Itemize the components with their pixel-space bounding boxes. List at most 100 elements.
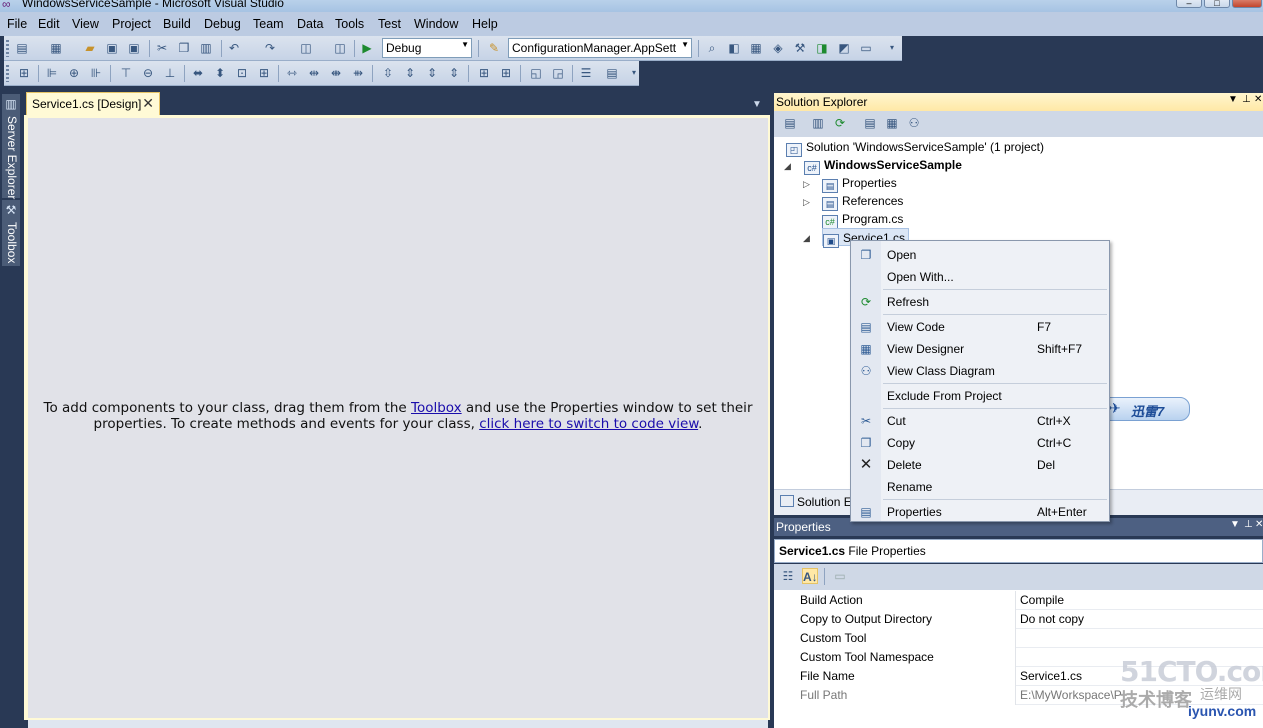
extension-manager-icon[interactable]: ◩ — [836, 40, 852, 56]
close-icon[interactable]: ✕ — [1254, 94, 1262, 105]
menu-team[interactable]: Team — [253, 17, 284, 31]
menu-debug[interactable]: Debug — [204, 17, 241, 31]
property-pages-icon[interactable]: ▭ — [832, 568, 848, 584]
paste-icon[interactable]: ▥ — [198, 40, 214, 56]
center-vertically-icon[interactable]: ⊞ — [498, 65, 514, 81]
se-class-diagram-icon[interactable]: ⚇ — [906, 115, 922, 131]
se-refresh-icon[interactable]: ⟳ — [832, 115, 848, 131]
tree-item-program-cs[interactable]: c# Program.cs — [822, 210, 903, 229]
command-window-icon[interactable]: ▭ — [858, 40, 874, 56]
menu-item-rename[interactable]: Rename — [851, 476, 1109, 498]
horizontal-spacing-equal-icon[interactable]: ⇿ — [284, 65, 300, 81]
tree-solution-node[interactable]: ◰ Solution 'WindowsServiceSample' (1 proj… — [786, 138, 1044, 157]
document-tab-service1-design[interactable]: Service1.cs [Design] ✕ — [26, 92, 160, 116]
properties-window-icon[interactable]: ▦ — [748, 40, 764, 56]
save-all-icon[interactable]: ▣ — [126, 40, 142, 56]
align-to-grid-icon[interactable]: ⊞ — [16, 65, 32, 81]
property-row[interactable]: Custom Tool — [774, 629, 1263, 648]
toolbox-tab[interactable]: ⚒ Toolbox — [2, 200, 20, 266]
find-combo[interactable]: ConfigurationManager.AppSett ▼ — [508, 38, 692, 58]
align-bottoms-icon[interactable]: ⊥ — [162, 65, 178, 81]
document-list-chevron-icon[interactable]: ▼ — [752, 99, 762, 110]
collapse-icon[interactable]: ◢ — [784, 161, 791, 172]
menu-file[interactable]: File — [7, 17, 27, 31]
lock-controls-icon[interactable]: ▤ — [604, 65, 620, 81]
align-middles-icon[interactable]: ⊖ — [140, 65, 156, 81]
align-centers-icon[interactable]: ⊕ — [66, 65, 82, 81]
toolbox-toolbar-icon[interactable]: ⚒ — [792, 40, 808, 56]
pin-icon[interactable]: ⊥ — [1244, 519, 1253, 530]
toolbar-grip[interactable] — [6, 65, 9, 82]
align-tops-icon[interactable]: ⊤ — [118, 65, 134, 81]
make-same-height-icon[interactable]: ⬍ — [212, 65, 228, 81]
save-icon[interactable]: ▣ — [104, 40, 120, 56]
menu-view[interactable]: View — [72, 17, 99, 31]
se-view-code-icon[interactable]: ▤ — [862, 115, 878, 131]
property-row[interactable]: Build Action Compile — [774, 591, 1263, 610]
start-debugging-icon[interactable]: ▶ — [359, 40, 375, 56]
menu-item-open[interactable]: ❐ Open — [851, 244, 1109, 266]
menu-item-properties[interactable]: ▤ Properties Alt+Enter — [851, 501, 1109, 523]
toolbar-grip[interactable] — [6, 40, 9, 57]
find-icon[interactable]: ⌕ — [704, 40, 720, 56]
menu-item-exclude-from-project[interactable]: Exclude From Project — [851, 385, 1109, 407]
menu-build[interactable]: Build — [163, 17, 191, 31]
properties-object-selector[interactable]: Service1.cs File Properties — [774, 539, 1263, 563]
close-icon[interactable]: ✕ — [1255, 519, 1263, 530]
navigate-backward-icon[interactable]: ◫ — [298, 40, 314, 56]
minimize-button[interactable]: – — [1176, 0, 1202, 8]
expand-icon[interactable]: ▷ — [803, 197, 810, 208]
tree-project-node[interactable]: c# WindowsServiceSample — [804, 156, 962, 175]
show-all-files-icon[interactable]: ▥ — [810, 115, 826, 131]
cut-icon[interactable]: ✂ — [154, 40, 170, 56]
server-explorer-tab[interactable]: ▥ Server Explorer — [2, 94, 20, 199]
menu-window[interactable]: Window — [414, 17, 458, 31]
open-file-icon[interactable]: ▰ — [82, 40, 98, 56]
window-position-icon[interactable]: ▼ — [1230, 519, 1240, 530]
se-view-designer-icon[interactable]: ▦ — [884, 115, 900, 131]
switch-to-code-view-link[interactable]: click here to switch to code view — [479, 416, 698, 432]
solution-explorer-toolbar-icon[interactable]: ◧ — [726, 40, 742, 56]
redo-icon[interactable]: ↷ — [262, 40, 278, 56]
categorized-icon[interactable]: ☷ — [780, 568, 796, 584]
solution-configuration-combo[interactable]: Debug ▼ — [382, 38, 472, 58]
menu-item-copy[interactable]: ❐ Copy Ctrl+C — [851, 432, 1109, 454]
menu-item-refresh[interactable]: ⟳ Refresh — [851, 291, 1109, 313]
make-same-size-icon[interactable]: ⊡ — [234, 65, 250, 81]
toolbar-options-icon[interactable]: ▾ — [626, 65, 642, 81]
increase-horizontal-spacing-icon[interactable]: ⇹ — [306, 65, 322, 81]
close-button[interactable] — [1232, 0, 1262, 8]
maximize-button[interactable]: □ — [1204, 0, 1230, 8]
menu-data[interactable]: Data — [297, 17, 323, 31]
window-position-icon[interactable]: ▼ — [1228, 94, 1238, 105]
copy-icon[interactable]: ❐ — [176, 40, 192, 56]
designer-surface[interactable]: To add components to your class, drag th… — [28, 118, 768, 718]
bring-to-front-icon[interactable]: ◱ — [528, 65, 544, 81]
make-same-width-icon[interactable]: ⬌ — [190, 65, 206, 81]
menu-edit[interactable]: Edit — [38, 17, 60, 31]
vertical-spacing-equal-icon[interactable]: ⇳ — [380, 65, 396, 81]
menu-item-open-with[interactable]: Open With... — [851, 266, 1109, 288]
toolbar-options-icon[interactable]: ▾ — [884, 40, 900, 56]
navigate-forward-icon[interactable]: ◫ — [332, 40, 348, 56]
property-row[interactable]: Copy to Output Directory Do not copy — [774, 610, 1263, 629]
increase-vertical-spacing-icon[interactable]: ⇕ — [402, 65, 418, 81]
menu-item-cut[interactable]: ✂ Cut Ctrl+X — [851, 410, 1109, 432]
new-project-icon[interactable]: ▤ — [14, 40, 30, 56]
menu-tools[interactable]: Tools — [335, 17, 364, 31]
menu-item-view-designer[interactable]: ▦ View Designer Shift+F7 — [851, 338, 1109, 360]
decrease-horizontal-spacing-icon[interactable]: ⇼ — [328, 65, 344, 81]
add-item-icon[interactable]: ▦ — [48, 40, 64, 56]
object-browser-icon[interactable]: ◈ — [770, 40, 786, 56]
toolbox-link[interactable]: Toolbox — [411, 400, 462, 416]
menu-project[interactable]: Project — [112, 17, 151, 31]
menu-item-delete[interactable]: ✕ Delete Del — [851, 454, 1109, 476]
pin-icon[interactable]: ⊥ — [1242, 94, 1251, 105]
decrease-vertical-spacing-icon[interactable]: ⇕ — [424, 65, 440, 81]
align-lefts-icon[interactable]: ⊫ — [44, 65, 60, 81]
se-properties-icon[interactable]: ▤ — [782, 115, 798, 131]
menu-test[interactable]: Test — [378, 17, 401, 31]
send-to-back-icon[interactable]: ◲ — [550, 65, 566, 81]
find-in-files-icon[interactable]: ✎ — [486, 40, 502, 56]
alphabetical-icon[interactable]: A↓ — [802, 568, 818, 584]
